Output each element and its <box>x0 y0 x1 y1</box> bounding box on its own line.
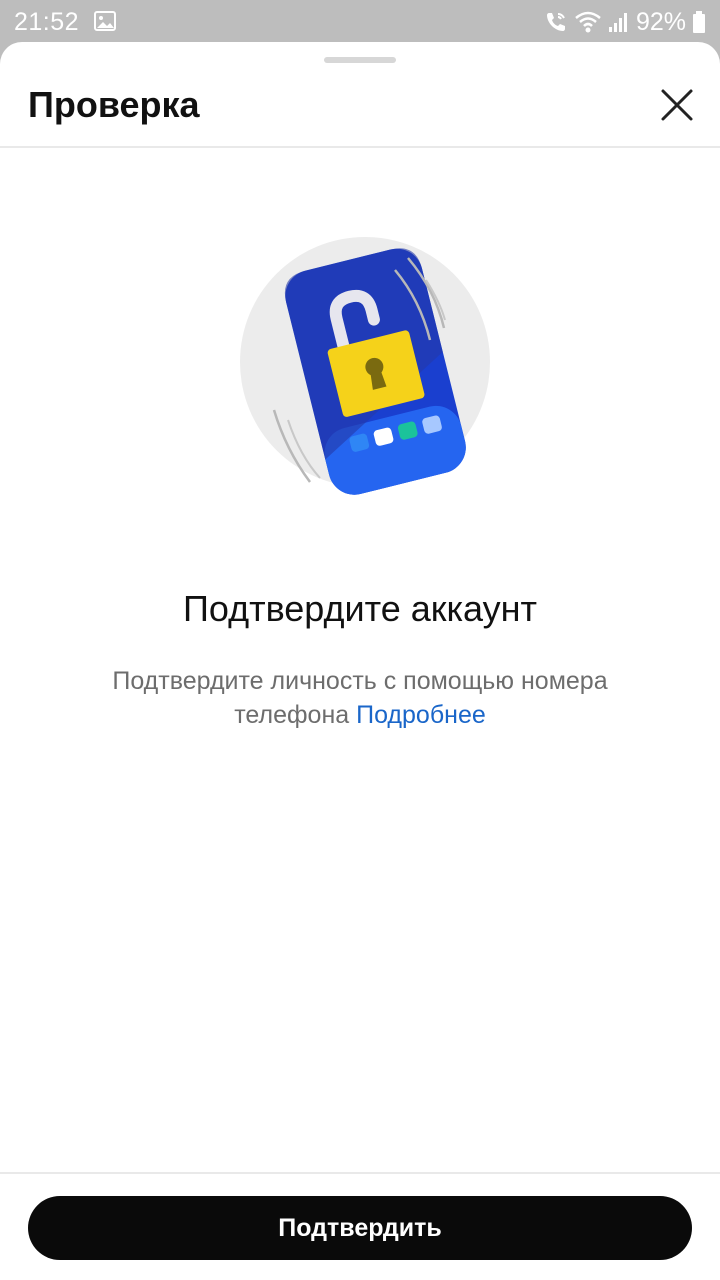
verify-description: Подтвердите личность с помощью номера те… <box>60 664 660 732</box>
phone-unlock-illustration <box>240 237 490 495</box>
header-divider <box>0 146 720 148</box>
confirm-button[interactable]: Подтвердить <box>28 1196 692 1260</box>
signal-icon <box>608 13 627 32</box>
verification-sheet: Проверка Подтвердите аккаунт Подтвердите… <box>0 42 720 1280</box>
close-icon[interactable] <box>652 80 702 130</box>
verify-account-title: Подтвердите аккаунт <box>182 588 538 629</box>
wifi-icon <box>575 11 601 33</box>
drag-handle[interactable] <box>324 57 396 63</box>
wifi-call-icon <box>546 13 565 31</box>
status-bar: 21:52 92% <box>0 0 720 42</box>
learn-more-link[interactable]: Подробнее <box>356 701 486 729</box>
footer-divider <box>0 1172 720 1174</box>
page-title: Проверка <box>28 84 200 125</box>
gallery-icon <box>94 11 116 31</box>
battery-icon <box>693 11 705 33</box>
battery-percent: 92% <box>635 7 686 36</box>
status-time: 21:52 <box>14 8 80 36</box>
status-icons: 92% <box>544 8 706 36</box>
